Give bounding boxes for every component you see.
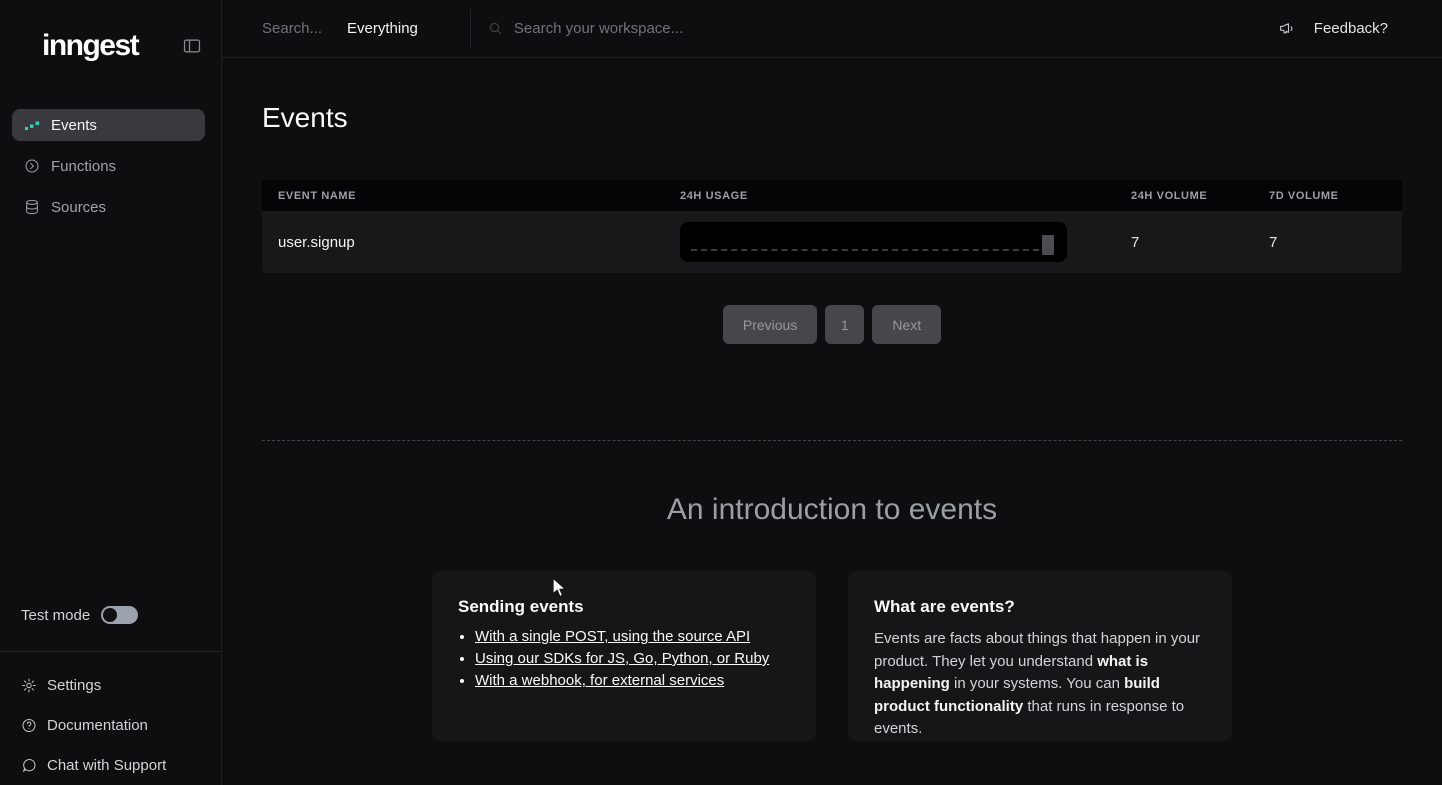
table-header-row: EVENT NAME 24H USAGE 24H VOLUME 7D VOLUM… <box>262 180 1402 211</box>
sources-database-icon <box>24 199 40 215</box>
search-icon <box>488 21 503 36</box>
sidebar-item-settings[interactable]: Settings <box>0 665 221 705</box>
col-header-24h-usage: 24H USAGE <box>680 190 1131 202</box>
next-page-button[interactable]: Next <box>872 305 941 344</box>
sidebar-spacer <box>0 232 221 606</box>
sidebar-item-label: Settings <box>47 677 101 694</box>
sparkline-zero-baseline <box>691 249 1039 251</box>
usage-cell <box>680 222 1131 262</box>
intro-cards: Sending events With a single POST, using… <box>262 571 1402 741</box>
search-label: Search... <box>262 20 322 37</box>
inngest-logo: inngest <box>42 31 138 61</box>
topbar: Search... Everything Feedback? <box>222 0 1442 58</box>
workspace-search <box>488 20 1278 37</box>
sending-events-card: Sending events With a single POST, using… <box>432 571 816 741</box>
sidebar-collapse-icon[interactable] <box>180 34 204 58</box>
intro-heading: An introduction to events <box>262 493 1402 527</box>
sidebar-item-label: Chat with Support <box>47 757 166 774</box>
list-item: With a single POST, using the source API <box>475 628 790 645</box>
topbar-divider <box>470 9 471 49</box>
content: Events EVENT NAME 24H USAGE 24H VOLUME 7… <box>222 58 1442 785</box>
sidebar: inngest Events Functions <box>0 0 222 785</box>
functions-circle-chevron-icon <box>24 158 40 174</box>
main-column: Search... Everything Feedback? Events <box>222 0 1442 785</box>
link-source-api[interactable]: With a single POST, using the source API <box>475 628 750 645</box>
sidebar-item-documentation[interactable]: Documentation <box>0 705 221 745</box>
col-header-7d-volume: 7D VOLUME <box>1269 190 1402 202</box>
page-number-button[interactable]: 1 <box>825 305 864 344</box>
sidebar-item-label: Sources <box>51 199 106 216</box>
search-scope-selector[interactable]: Everything <box>347 20 418 37</box>
card-title: What are events? <box>874 597 1206 617</box>
sidebar-header: inngest <box>0 0 221 91</box>
volume-24h-cell: 7 <box>1131 234 1269 251</box>
test-mode-toggle[interactable] <box>101 606 138 624</box>
card-title: Sending events <box>458 597 790 617</box>
what-are-events-card: What are events? Events are facts about … <box>848 571 1232 741</box>
sidebar-item-functions[interactable]: Functions <box>12 150 205 182</box>
previous-page-button[interactable]: Previous <box>723 305 817 344</box>
question-circle-icon <box>21 717 37 733</box>
sidebar-item-events[interactable]: Events <box>12 109 205 141</box>
sending-links-list: With a single POST, using the source API… <box>458 628 790 689</box>
sidebar-nav: Events Functions Sources <box>0 91 221 232</box>
workspace-search-input[interactable] <box>514 20 914 37</box>
event-name-cell: user.signup <box>262 234 680 251</box>
sidebar-item-label: Documentation <box>47 717 148 734</box>
events-table: EVENT NAME 24H USAGE 24H VOLUME 7D VOLUM… <box>262 180 1402 273</box>
toggle-knob <box>103 608 117 622</box>
table-row[interactable]: user.signup 7 7 <box>262 211 1402 273</box>
link-webhook[interactable]: With a webhook, for external services <box>475 672 724 689</box>
sidebar-item-label: Events <box>51 117 97 134</box>
col-header-24h-volume: 24H VOLUME <box>1131 190 1269 202</box>
page-title: Events <box>262 102 1402 134</box>
megaphone-icon[interactable] <box>1278 20 1296 38</box>
test-mode-row: Test mode <box>0 606 221 624</box>
feedback-link[interactable]: Feedback? <box>1314 20 1388 37</box>
link-sdks[interactable]: Using our SDKs for JS, Go, Python, or Ru… <box>475 650 769 667</box>
card-paragraph: Events are facts about things that happe… <box>874 628 1206 741</box>
col-header-event-name: EVENT NAME <box>262 190 680 202</box>
sidebar-item-label: Functions <box>51 158 116 175</box>
gear-icon <box>21 677 37 693</box>
topbar-right: Feedback? <box>1278 20 1388 38</box>
section-divider <box>262 440 1402 441</box>
chat-bubble-icon <box>21 757 37 773</box>
sidebar-item-sources[interactable]: Sources <box>12 191 205 223</box>
usage-sparkline <box>680 222 1067 262</box>
list-item: With a webhook, for external services <box>475 672 790 689</box>
volume-7d-cell: 7 <box>1269 234 1402 251</box>
test-mode-label: Test mode <box>21 607 90 624</box>
sidebar-footer: Settings Documentation Chat with Support <box>0 652 221 785</box>
list-item: Using our SDKs for JS, Go, Python, or Ru… <box>475 650 790 667</box>
pagination: Previous 1 Next <box>262 305 1402 344</box>
events-dots-icon <box>24 117 40 133</box>
sidebar-item-chat-support[interactable]: Chat with Support <box>0 745 221 785</box>
